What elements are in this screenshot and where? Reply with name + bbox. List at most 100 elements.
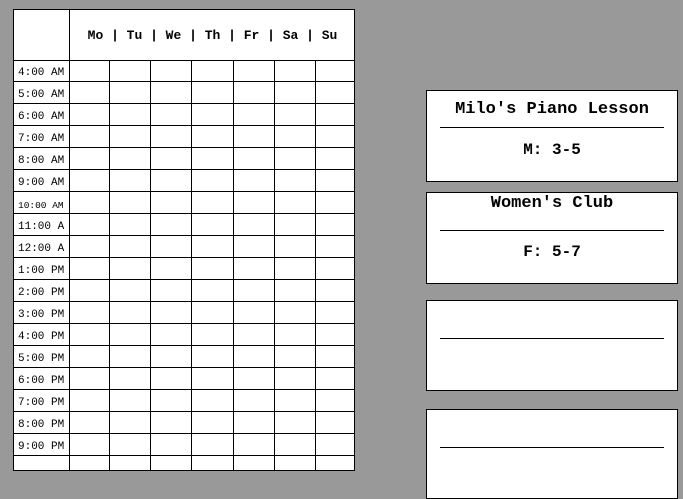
schedule-slot-cell[interactable]	[110, 148, 151, 170]
schedule-slot-cell[interactable]	[70, 258, 110, 280]
schedule-slot-cell[interactable]	[192, 368, 234, 390]
schedule-slot-cell[interactable]	[70, 346, 110, 368]
schedule-slot-cell[interactable]	[192, 324, 234, 346]
schedule-slot-cell[interactable]	[316, 302, 354, 324]
schedule-slot-cell[interactable]	[70, 302, 110, 324]
schedule-slot-cell[interactable]	[316, 412, 354, 434]
schedule-slot-cell[interactable]	[110, 368, 151, 390]
schedule-slot-cell[interactable]	[234, 82, 275, 104]
schedule-slot-cell[interactable]	[234, 126, 275, 148]
schedule-slot-cell[interactable]	[316, 280, 354, 302]
schedule-slot-cell[interactable]	[275, 104, 316, 126]
schedule-slot-cell[interactable]	[316, 104, 354, 126]
schedule-slot-cell[interactable]	[234, 236, 275, 258]
schedule-slot-cell[interactable]	[70, 82, 110, 104]
schedule-slot-cell[interactable]	[70, 126, 110, 148]
schedule-slot-cell[interactable]	[151, 456, 192, 470]
schedule-slot-cell[interactable]	[316, 236, 354, 258]
schedule-slot-cell[interactable]	[234, 61, 275, 82]
schedule-slot-cell[interactable]	[70, 61, 110, 82]
schedule-slot-cell[interactable]	[275, 192, 316, 214]
schedule-slot-cell[interactable]	[110, 390, 151, 412]
schedule-slot-cell[interactable]	[316, 82, 354, 104]
schedule-slot-cell[interactable]	[234, 368, 275, 390]
schedule-slot-cell[interactable]	[110, 302, 151, 324]
schedule-slot-cell[interactable]	[70, 434, 110, 456]
schedule-slot-cell[interactable]	[316, 390, 354, 412]
schedule-slot-cell[interactable]	[151, 258, 192, 280]
event-card[interactable]	[426, 300, 678, 391]
schedule-slot-cell[interactable]	[70, 324, 110, 346]
schedule-slot-cell[interactable]	[234, 324, 275, 346]
schedule-slot-cell[interactable]	[316, 148, 354, 170]
schedule-slot-cell[interactable]	[316, 126, 354, 148]
schedule-slot-cell[interactable]	[110, 412, 151, 434]
schedule-slot-cell[interactable]	[192, 346, 234, 368]
schedule-slot-cell[interactable]	[316, 214, 354, 236]
schedule-slot-cell[interactable]	[151, 170, 192, 192]
schedule-slot-cell[interactable]	[275, 214, 316, 236]
schedule-slot-cell[interactable]	[234, 456, 275, 470]
schedule-slot-cell[interactable]	[110, 170, 151, 192]
schedule-slot-cell[interactable]	[151, 82, 192, 104]
schedule-slot-cell[interactable]	[275, 434, 316, 456]
schedule-slot-cell[interactable]	[70, 104, 110, 126]
schedule-slot-cell[interactable]	[275, 346, 316, 368]
schedule-slot-cell[interactable]	[275, 258, 316, 280]
schedule-slot-cell[interactable]	[151, 61, 192, 82]
schedule-slot-cell[interactable]	[275, 390, 316, 412]
schedule-slot-cell[interactable]	[192, 390, 234, 412]
schedule-slot-cell[interactable]	[151, 236, 192, 258]
schedule-slot-cell[interactable]	[234, 104, 275, 126]
schedule-slot-cell[interactable]	[316, 324, 354, 346]
schedule-slot-cell[interactable]	[192, 148, 234, 170]
event-card[interactable]: Women's Club F: 5-7	[426, 192, 678, 284]
schedule-slot-cell[interactable]	[110, 258, 151, 280]
schedule-slot-cell[interactable]	[70, 148, 110, 170]
schedule-slot-cell[interactable]	[275, 126, 316, 148]
schedule-slot-cell[interactable]	[192, 82, 234, 104]
schedule-slot-cell[interactable]	[70, 456, 110, 470]
schedule-slot-cell[interactable]	[110, 236, 151, 258]
schedule-slot-cell[interactable]	[151, 192, 192, 214]
schedule-slot-cell[interactable]	[234, 412, 275, 434]
schedule-slot-cell[interactable]	[316, 192, 354, 214]
schedule-slot-cell[interactable]	[192, 170, 234, 192]
schedule-slot-cell[interactable]	[275, 302, 316, 324]
schedule-slot-cell[interactable]	[316, 456, 354, 470]
schedule-slot-cell[interactable]	[234, 346, 275, 368]
schedule-slot-cell[interactable]	[151, 302, 192, 324]
schedule-slot-cell[interactable]	[70, 170, 110, 192]
schedule-slot-cell[interactable]	[275, 170, 316, 192]
schedule-slot-cell[interactable]	[234, 302, 275, 324]
schedule-slot-cell[interactable]	[192, 61, 234, 82]
schedule-slot-cell[interactable]	[275, 82, 316, 104]
schedule-slot-cell[interactable]	[110, 104, 151, 126]
schedule-slot-cell[interactable]	[110, 280, 151, 302]
schedule-slot-cell[interactable]	[192, 126, 234, 148]
schedule-slot-cell[interactable]	[110, 346, 151, 368]
schedule-slot-cell[interactable]	[151, 104, 192, 126]
schedule-slot-cell[interactable]	[70, 412, 110, 434]
schedule-slot-cell[interactable]	[192, 412, 234, 434]
schedule-slot-cell[interactable]	[192, 236, 234, 258]
schedule-slot-cell[interactable]	[275, 412, 316, 434]
schedule-slot-cell[interactable]	[192, 280, 234, 302]
schedule-slot-cell[interactable]	[110, 456, 151, 470]
schedule-slot-cell[interactable]	[192, 214, 234, 236]
event-card[interactable]: Milo's Piano Lesson M: 3-5	[426, 90, 678, 182]
schedule-slot-cell[interactable]	[110, 82, 151, 104]
schedule-slot-cell[interactable]	[110, 61, 151, 82]
schedule-slot-cell[interactable]	[151, 126, 192, 148]
schedule-slot-cell[interactable]	[70, 390, 110, 412]
schedule-slot-cell[interactable]	[234, 192, 275, 214]
schedule-slot-cell[interactable]	[151, 346, 192, 368]
schedule-slot-cell[interactable]	[275, 324, 316, 346]
schedule-slot-cell[interactable]	[275, 148, 316, 170]
schedule-slot-cell[interactable]	[234, 434, 275, 456]
schedule-slot-cell[interactable]	[275, 236, 316, 258]
schedule-slot-cell[interactable]	[151, 214, 192, 236]
schedule-slot-cell[interactable]	[234, 280, 275, 302]
schedule-slot-cell[interactable]	[316, 368, 354, 390]
schedule-slot-cell[interactable]	[70, 368, 110, 390]
